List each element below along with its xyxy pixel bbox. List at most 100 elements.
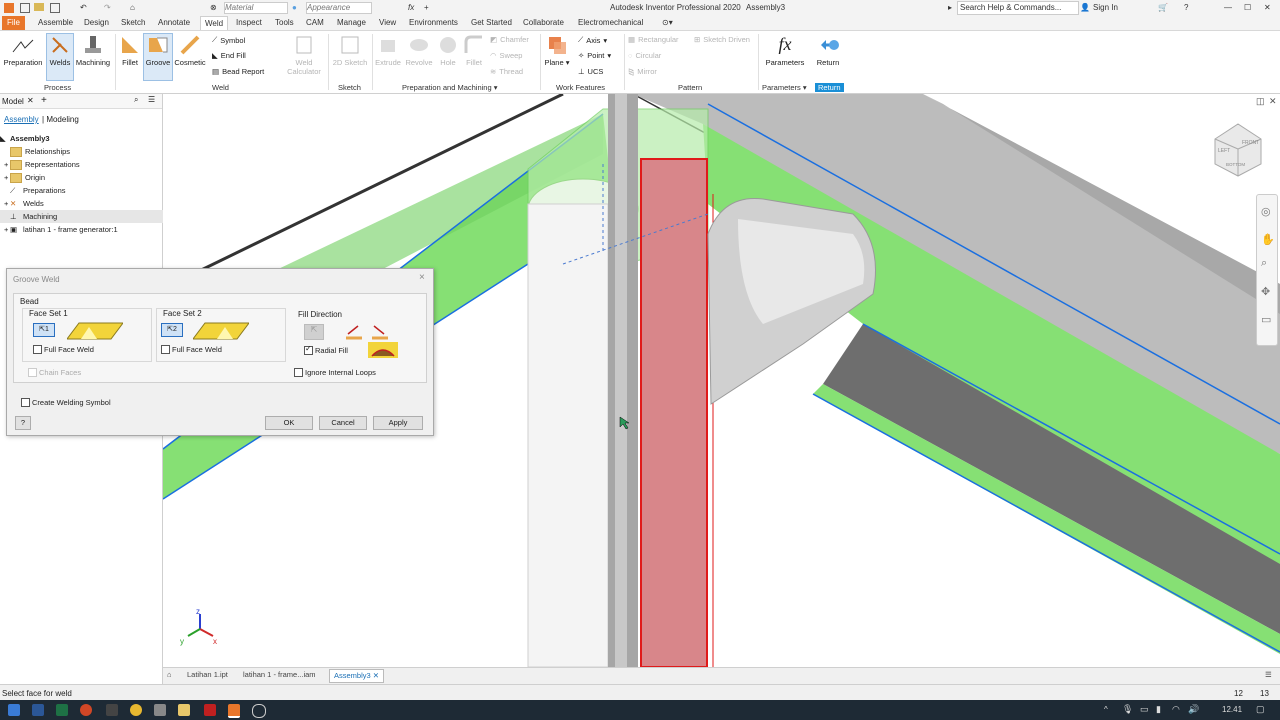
windows-start-icon[interactable] bbox=[8, 704, 20, 716]
bead-report-button[interactable]: ▤ Bead Report bbox=[212, 67, 264, 76]
checkbox[interactable] bbox=[294, 368, 303, 377]
face-set-1-select-button[interactable]: ⇱1 bbox=[33, 323, 55, 337]
menu-icon[interactable]: ☰ bbox=[148, 95, 155, 104]
close-window-button[interactable]: ✕ bbox=[1264, 3, 1271, 12]
ucs-button[interactable]: ⊥ UCS bbox=[578, 67, 603, 76]
tab-assembly[interactable]: Assembly bbox=[4, 115, 39, 124]
extrude-button[interactable]: Extrude bbox=[373, 34, 403, 67]
minimize-button[interactable]: — bbox=[1224, 3, 1232, 12]
clock[interactable]: 12.41 bbox=[1222, 705, 1242, 714]
orbit-icon[interactable]: ✥ bbox=[1261, 285, 1270, 298]
doc-tab-frame-iam[interactable]: latihan 1 - frame...iam bbox=[243, 670, 316, 679]
doc-tab-latihan-ipt[interactable]: Latihan 1.ipt bbox=[187, 670, 228, 679]
rectangular-pattern-button[interactable]: ▦ Rectangular bbox=[628, 35, 679, 44]
notifications-icon[interactable]: ▢ bbox=[1256, 704, 1265, 715]
media-icon[interactable] bbox=[80, 704, 92, 716]
2d-sketch-button[interactable]: 2D Sketch bbox=[330, 34, 370, 67]
chrome-icon[interactable] bbox=[130, 704, 142, 716]
undo-icon[interactable]: ↶ bbox=[80, 3, 87, 12]
revolve-button[interactable]: Revolve bbox=[404, 34, 434, 67]
apply-button[interactable]: Apply bbox=[373, 416, 423, 430]
pan-icon[interactable]: ✋ bbox=[1261, 233, 1275, 246]
help-icon[interactable]: ? bbox=[1184, 3, 1188, 12]
end-fill-button[interactable]: ◣ End Fill bbox=[212, 51, 246, 60]
look-at-icon[interactable]: ▭ bbox=[1261, 313, 1271, 326]
tree-item-origin[interactable]: + Origin bbox=[0, 171, 164, 184]
app-icon[interactable] bbox=[252, 704, 266, 718]
tree-item-welds[interactable]: + ✕ Welds bbox=[0, 197, 164, 210]
chain-faces-checkbox[interactable]: Chain Faces bbox=[28, 368, 81, 377]
full-face-weld-2-checkbox[interactable]: Full Face Weld bbox=[161, 345, 222, 354]
cancel-button[interactable]: Cancel bbox=[319, 416, 367, 430]
help-search-input[interactable]: Search Help & Commands... bbox=[957, 1, 1079, 15]
pdf-icon[interactable] bbox=[204, 704, 216, 716]
sweep-button[interactable]: ◠ Sweep bbox=[490, 51, 522, 60]
viewport-close-icon[interactable]: ✕ bbox=[1269, 96, 1277, 107]
excel-icon[interactable] bbox=[56, 704, 68, 716]
save-icon[interactable] bbox=[50, 3, 60, 13]
viewport-maximize-icon[interactable]: ◫ bbox=[1256, 96, 1265, 107]
weld-calculator-button[interactable]: Weld Calculator bbox=[284, 34, 324, 76]
file-explorer-icon[interactable] bbox=[178, 704, 190, 716]
tab-get-started[interactable]: Get Started bbox=[471, 18, 512, 27]
close-tab-icon[interactable]: ✕ bbox=[373, 671, 379, 680]
tab-assemble[interactable]: Assemble bbox=[38, 18, 73, 27]
hole-button[interactable]: Hole bbox=[435, 34, 461, 67]
checkbox[interactable] bbox=[21, 398, 30, 407]
mirror-button[interactable]: ⧎ Mirror bbox=[628, 67, 657, 76]
steering-wheel-icon[interactable]: ◎ bbox=[1261, 205, 1271, 218]
tab-manage[interactable]: Manage bbox=[337, 18, 366, 27]
groove-weld-button[interactable]: Groove bbox=[143, 33, 173, 81]
tab-weld[interactable]: Weld bbox=[200, 16, 229, 30]
sign-in-link[interactable]: Sign In bbox=[1093, 3, 1118, 12]
axis-button[interactable]: ⟋ Axis ▾ bbox=[578, 35, 607, 45]
add-browser-button[interactable]: + bbox=[41, 95, 47, 106]
sketch-driven-pattern-button[interactable]: ⊞ Sketch Driven bbox=[694, 35, 750, 44]
machining-button[interactable]: Machining bbox=[72, 34, 114, 67]
app-icon[interactable] bbox=[154, 704, 166, 716]
ribbon-options-icon[interactable]: ⊙▾ bbox=[662, 18, 673, 27]
volume-icon[interactable]: 🔊 bbox=[1188, 704, 1199, 715]
close-browser-icon[interactable]: ✕ bbox=[27, 96, 34, 105]
plus-icon[interactable]: + bbox=[424, 3, 429, 12]
tab-design[interactable]: Design bbox=[84, 18, 109, 27]
maximize-button[interactable]: ☐ bbox=[1244, 3, 1251, 12]
redo-icon[interactable]: ↷ bbox=[104, 3, 111, 12]
tree-item-frame-generator[interactable]: + ▣ latihan 1 - frame generator:1 bbox=[0, 223, 164, 236]
tab-sketch[interactable]: Sketch bbox=[121, 18, 145, 27]
microphone-icon[interactable]: 🎙 bbox=[1122, 704, 1133, 715]
tree-item-relationships[interactable]: Relationships bbox=[0, 145, 164, 158]
parameters-button[interactable]: fx Parameters bbox=[762, 34, 808, 67]
return-button[interactable]: Return bbox=[812, 34, 844, 67]
tab-cam[interactable]: CAM bbox=[306, 18, 324, 27]
checkbox[interactable] bbox=[28, 368, 37, 377]
home-icon[interactable]: ⌂ bbox=[130, 3, 135, 12]
tray-chevron-icon[interactable]: ^ bbox=[1104, 705, 1108, 714]
cart-icon[interactable]: 🛒 bbox=[1158, 3, 1168, 12]
tab-modeling[interactable]: | Modeling bbox=[42, 115, 79, 124]
tab-annotate[interactable]: Annotate bbox=[158, 18, 190, 27]
dialog-close-button[interactable]: × bbox=[419, 272, 425, 283]
checkbox[interactable] bbox=[161, 345, 170, 354]
open-file-icon[interactable] bbox=[34, 3, 44, 11]
tree-item-machining[interactable]: ⊥ Machining bbox=[0, 210, 164, 223]
fill-direction-select-button[interactable]: ⇱ bbox=[304, 324, 324, 340]
full-face-weld-1-checkbox[interactable]: Full Face Weld bbox=[33, 345, 94, 354]
tab-tools[interactable]: Tools bbox=[275, 18, 294, 27]
tree-item-representations[interactable]: + Representations bbox=[0, 158, 164, 171]
appearance-dropdown[interactable]: Appearance bbox=[306, 2, 372, 14]
tab-inspect[interactable]: Inspect bbox=[236, 18, 262, 27]
welds-button[interactable]: Welds bbox=[46, 33, 74, 81]
tree-item-assembly[interactable]: ◣ Assembly3 bbox=[0, 132, 160, 145]
fx-icon[interactable]: fx bbox=[408, 3, 414, 12]
tab-electromechanical[interactable]: Electromechanical bbox=[578, 18, 643, 27]
word-icon[interactable] bbox=[32, 704, 44, 716]
chamfer-button[interactable]: ◩ Chamfer bbox=[490, 35, 529, 44]
help-button[interactable]: ? bbox=[15, 416, 31, 430]
material-dropdown[interactable]: Material bbox=[224, 2, 288, 14]
app-icon[interactable] bbox=[106, 704, 118, 716]
checkbox[interactable] bbox=[33, 345, 42, 354]
fillet-feature-button[interactable]: Fillet bbox=[461, 34, 487, 67]
tab-environments[interactable]: Environments bbox=[409, 18, 458, 27]
ok-button[interactable]: OK bbox=[265, 416, 313, 430]
